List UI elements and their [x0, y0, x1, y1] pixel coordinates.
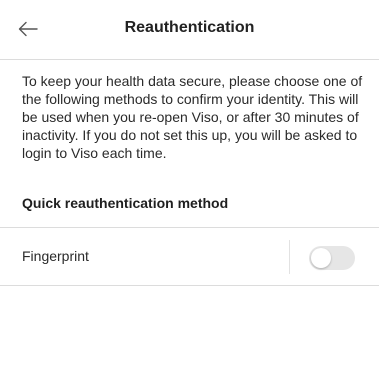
option-row-fingerprint[interactable]: Fingerprint [0, 227, 379, 286]
fingerprint-toggle[interactable] [309, 246, 355, 270]
toggle-knob [311, 248, 331, 268]
option-label: Fingerprint [22, 248, 89, 264]
row-divider [289, 240, 290, 274]
description-text: To keep your health data secure, please … [22, 73, 363, 161]
app-header: Reauthentication [0, 0, 379, 60]
page-title: Reauthentication [124, 19, 255, 36]
reauthentication-screen: Reauthentication To keep your health dat… [0, 0, 379, 391]
section-title: Quick reauthentication method [22, 195, 229, 211]
